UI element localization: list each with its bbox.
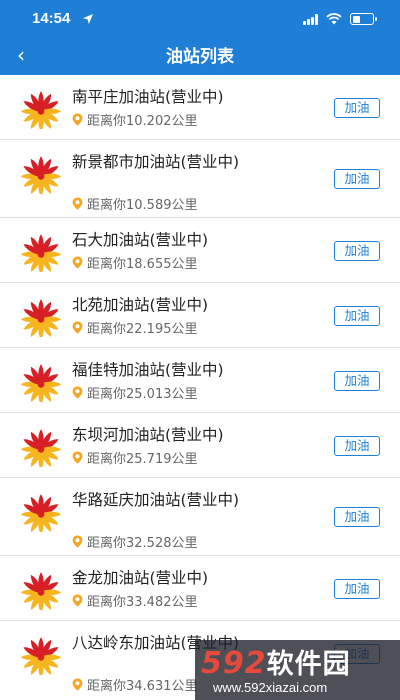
refuel-button[interactable]: 加油 [334, 240, 380, 261]
status-indicators [303, 12, 377, 26]
location-pin-icon [72, 321, 83, 334]
petrochina-logo-icon [20, 91, 62, 129]
location-pin-icon [72, 451, 83, 464]
petrochina-logo-icon [20, 494, 62, 532]
station-row-7[interactable]: 华路延庆加油站(营业中) 距离你32.528公里 加油 [0, 478, 400, 556]
petrochina-logo-icon [20, 364, 62, 402]
location-pin-icon [72, 256, 83, 269]
refuel-button[interactable]: 加油 [334, 370, 380, 391]
station-row-5[interactable]: 福佳特加油站(营业中) 距离你25.013公里 加油 [0, 348, 400, 413]
station-row-2[interactable]: 新景都市加油站(营业中) 距离你10.589公里 加油 [0, 140, 400, 218]
location-pin-icon [72, 678, 83, 691]
station-distance: 距离你25.719公里 [72, 448, 198, 467]
status-bar: 14:54 [0, 0, 400, 36]
petrochina-logo-icon [20, 429, 62, 467]
station-name: 石大加油站(营业中) [72, 231, 209, 249]
station-distance: 距离你10.202公里 [72, 110, 198, 129]
station-name: 华路延庆加油站(营业中) [72, 491, 240, 509]
petrochina-logo-icon [20, 156, 62, 194]
station-name: 北苑加油站(营业中) [72, 296, 209, 314]
petrochina-logo-icon [20, 637, 62, 675]
station-distance: 距离你32.528公里 [72, 532, 198, 551]
refuel-button[interactable]: 加油 [334, 305, 380, 326]
station-name: 福佳特加油站(营业中) [72, 361, 224, 379]
station-distance: 距离你10.589公里 [72, 194, 198, 213]
station-row-1[interactable]: 南平庄加油站(营业中) 距离你10.202公里 加油 [0, 75, 400, 140]
wifi-icon [326, 13, 342, 25]
station-name: 东坝河加油站(营业中) [72, 426, 224, 444]
station-name: 南平庄加油站(营业中) [72, 88, 224, 106]
refuel-button[interactable]: 加油 [334, 97, 380, 118]
station-distance: 距离你33.482公里 [72, 591, 198, 610]
station-row-8[interactable]: 金龙加油站(营业中) 距离你33.482公里 加油 [0, 556, 400, 621]
app-header: 14:54 ‹ 油站列表 [0, 0, 400, 75]
station-list: 南平庄加油站(营业中) 距离你10.202公里 加油 新景都市加油站(营业中) [0, 75, 400, 694]
watermark: 592软件园 www.592xiazai.com [195, 640, 400, 700]
refuel-button[interactable]: 加油 [334, 507, 380, 527]
location-arrow-icon [83, 14, 93, 24]
location-pin-icon [72, 113, 83, 126]
petrochina-logo-icon [20, 234, 62, 272]
watermark-url: www.592xiazai.com [213, 680, 328, 695]
battery-icon [350, 13, 377, 25]
station-distance: 距离你18.655公里 [72, 253, 198, 272]
refuel-button[interactable]: 加油 [334, 169, 380, 189]
location-pin-icon [72, 386, 83, 399]
station-row-6[interactable]: 东坝河加油站(营业中) 距离你25.719公里 加油 [0, 413, 400, 478]
status-time: 14:54 [32, 10, 71, 27]
station-distance: 距离你22.195公里 [72, 318, 198, 337]
petrochina-logo-icon [20, 299, 62, 337]
location-pin-icon [72, 535, 83, 548]
location-pin-icon [72, 197, 83, 210]
page-title: 油站列表 [166, 47, 234, 67]
station-row-3[interactable]: 石大加油站(营业中) 距离你18.655公里 加油 [0, 218, 400, 283]
station-row-4[interactable]: 北苑加油站(营业中) 距离你22.195公里 加油 [0, 283, 400, 348]
location-pin-icon [72, 594, 83, 607]
station-name: 金龙加油站(营业中) [72, 569, 209, 587]
cellular-signal-icon [303, 13, 318, 25]
station-name: 新景都市加油站(营业中) [72, 153, 240, 171]
refuel-button[interactable]: 加油 [334, 578, 380, 599]
station-distance: 距离你34.631公里 [72, 675, 198, 694]
watermark-brand: 592软件园 [201, 646, 351, 681]
refuel-button[interactable]: 加油 [334, 435, 380, 456]
petrochina-logo-icon [20, 572, 62, 610]
station-distance: 距离你25.013公里 [72, 383, 198, 402]
